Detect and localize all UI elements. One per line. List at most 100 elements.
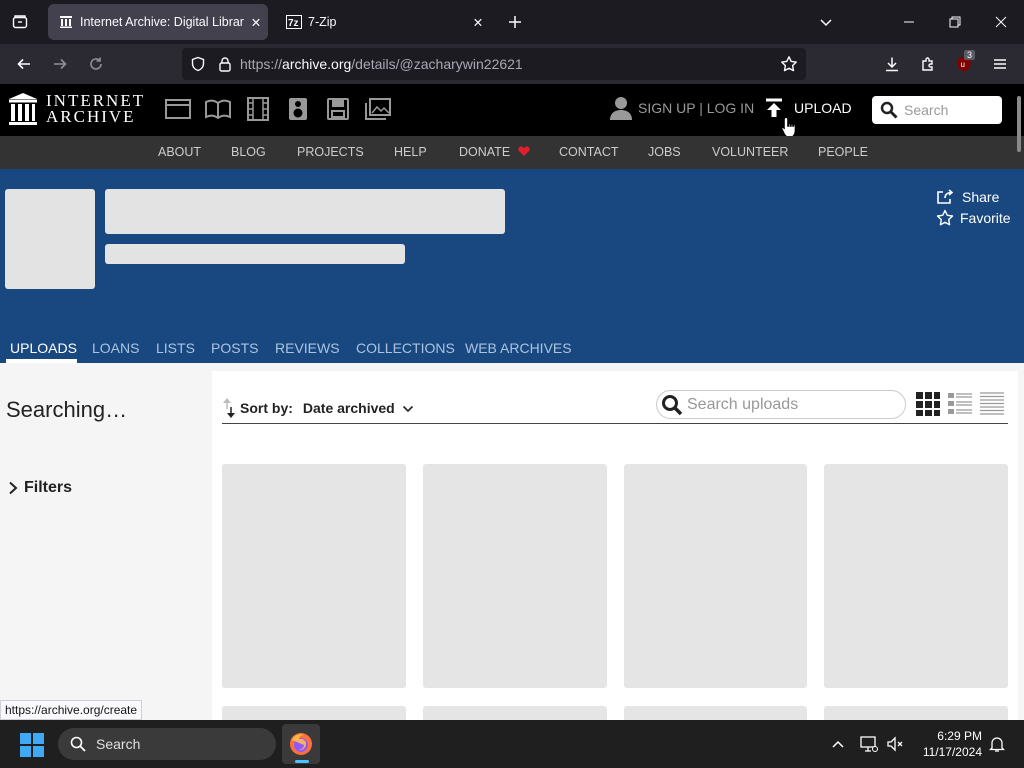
lock-icon[interactable] [218,56,232,72]
result-tile-placeholder [222,464,406,688]
taskbar-search-box[interactable]: Search [58,728,276,760]
ia-secondary-nav: ABOUT BLOG PROJECTS HELP DONATE CONTACT … [0,136,1024,169]
navigation-toolbar: https://archive.org/details/@zacharywin2… [0,44,1024,84]
ia-building-icon [9,93,37,125]
search-status: Searching… [6,397,128,422]
url-domain: archive.org [282,56,352,72]
nav-blog[interactable]: BLOG [231,145,266,159]
page-scrollbar-thumb[interactable] [1017,96,1021,152]
volume-muted-icon[interactable] [886,735,904,753]
downloads-icon[interactable] [876,48,908,80]
system-clock[interactable]: 6:29 PM 11/17/2024 [912,728,982,760]
avatar-placeholder [5,189,95,289]
close-tab-icon[interactable]: ✕ [244,10,268,34]
video-icon[interactable] [243,96,273,122]
nav-about[interactable]: ABOUT [158,145,201,159]
search-uploads-input[interactable] [687,395,887,414]
share-label: Share [962,189,1000,205]
signup-login-link[interactable]: SIGN UP | LOG IN [610,96,754,120]
url-path: /details/@zacharywin22621 [351,56,523,72]
browser-tab-strip: Internet Archive: Digital Library ✕ 7z 7… [0,0,1024,44]
network-icon[interactable] [860,735,878,753]
compact-list-view-icon[interactable] [979,391,1005,417]
restore-window-icon[interactable] [932,0,978,44]
tab-posts[interactable]: POSTS [211,340,258,356]
ublock-extension-icon[interactable]: u 3 [948,48,980,80]
upload-button[interactable]: UPLOAD [764,98,852,118]
notification-bell-icon[interactable] [988,735,1006,753]
sort-bar-divider [222,423,1008,424]
search-uploads-box[interactable] [656,390,906,419]
tab-overview-icon[interactable] [4,6,36,38]
uploads-content: Searching… Filters Sort by: Date archive… [0,363,1024,720]
result-tile-placeholder [423,464,607,688]
windows-taskbar: Search 6:29 PM 11/17/2024 [0,720,1024,768]
profile-banner: Share Favorite UPLOADS LOANS LISTS POSTS… [0,169,1024,363]
list-detail-view-icon[interactable] [947,391,973,417]
nav-jobs[interactable]: JOBS [648,145,681,159]
tab-lists[interactable]: LISTS [156,340,195,356]
nav-people[interactable]: PEOPLE [818,145,868,159]
sort-bar: Sort by: Date archived [222,397,414,419]
ia-logo[interactable]: INTERNET ARCHIVE [8,92,145,126]
share-icon [937,189,954,204]
url-text[interactable]: https://archive.org/details/@zacharywin2… [240,56,523,72]
images-icon[interactable] [363,96,393,122]
svg-text:u: u [961,60,965,69]
tab-7zip[interactable]: 7z 7-Zip ✕ [276,4,490,40]
forward-icon[interactable] [44,48,76,80]
share-button[interactable]: Share [936,189,999,205]
web-icon[interactable] [163,96,193,122]
nav-help[interactable]: HELP [394,145,427,159]
ia-search-input[interactable] [904,102,994,118]
extension-badge: 3 [964,50,976,60]
new-tab-icon[interactable] [499,6,531,38]
tab-loans[interactable]: LOANS [92,340,139,356]
bookmark-star-icon[interactable] [780,55,798,73]
tab-web-archives[interactable]: WEB ARCHIVES [465,340,572,356]
minimize-window-icon[interactable] [886,0,932,44]
ia-search-box[interactable] [872,96,1002,124]
app-menu-icon[interactable] [984,48,1016,80]
subtitle-placeholder [105,244,405,264]
taskbar-firefox-button[interactable] [282,724,320,764]
result-tile-placeholder [423,706,607,720]
sort-dropdown[interactable]: Date archived [303,400,414,416]
name-placeholder [105,189,505,234]
nav-donate[interactable]: DONATE [459,145,530,159]
nav-volunteer[interactable]: VOLUNTEER [712,145,788,159]
link-status-preview: https://archive.org/create [0,700,143,720]
extensions-icon[interactable] [912,48,944,80]
tab-internet-archive[interactable]: Internet Archive: Digital Library ✕ [48,4,268,40]
nav-contact[interactable]: CONTACT [559,145,619,159]
tile-view-icon[interactable] [915,391,941,417]
back-icon[interactable] [8,48,40,80]
sort-direction-icon[interactable] [222,397,236,419]
close-tab-icon[interactable]: ✕ [466,10,490,34]
address-bar[interactable]: https://archive.org/details/@zacharywin2… [182,48,806,80]
tab-collections[interactable]: COLLECTIONS [356,340,455,356]
close-window-icon[interactable] [978,0,1024,44]
search-icon [662,394,683,415]
tab-uploads[interactable]: UPLOADS [10,340,77,356]
active-app-indicator [295,760,309,763]
software-icon[interactable] [323,96,353,122]
texts-icon[interactable] [203,96,233,122]
favorite-button[interactable]: Favorite [936,209,1011,227]
clock-time: 6:29 PM [937,729,982,743]
sort-value: Date archived [302,400,395,416]
windows-start-icon[interactable] [20,733,44,757]
tab-reviews[interactable]: REVIEWS [275,340,340,356]
show-hidden-icons-icon[interactable] [831,737,845,751]
list-all-tabs-icon[interactable] [810,6,842,38]
ia-top-header: INTERNET ARCHIVE SIGN UP | LOG IN UPLOAD [0,84,1024,138]
filters-toggle[interactable]: Filters [8,479,72,497]
audio-icon[interactable] [283,96,313,122]
taskbar-search-label: Search [96,736,141,752]
reload-icon[interactable] [80,48,112,80]
svg-text:7z: 7z [288,18,299,29]
shield-icon[interactable] [190,56,206,72]
star-icon [936,209,954,226]
chevron-right-icon [9,481,18,495]
nav-projects[interactable]: PROJECTS [297,145,364,159]
